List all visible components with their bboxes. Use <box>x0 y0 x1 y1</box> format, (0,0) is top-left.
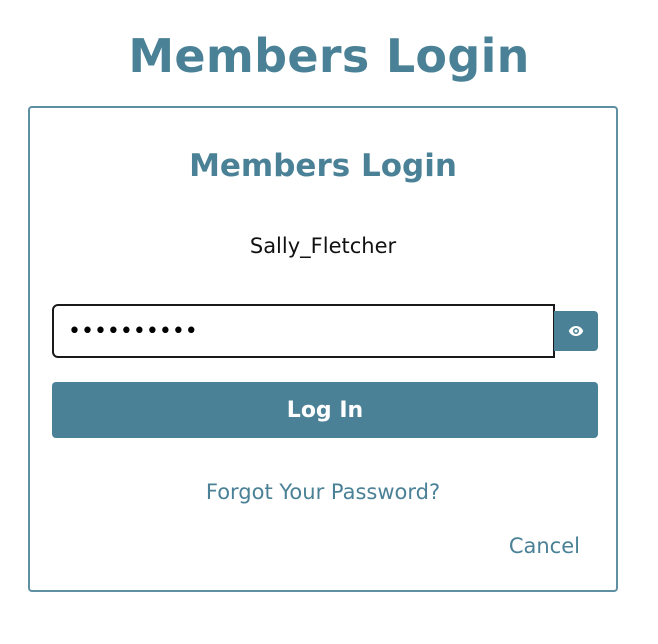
login-page: Members Login Members Login Sally_Fletch… <box>0 0 658 644</box>
show-password-button[interactable] <box>554 311 598 351</box>
page-title: Members Login <box>128 29 530 83</box>
forgot-password-link[interactable]: Forgot Your Password? <box>30 478 616 506</box>
card-title: Members Login <box>189 148 457 184</box>
cancel-link[interactable]: Cancel <box>509 532 580 560</box>
eye-icon <box>568 322 584 341</box>
password-field-group <box>52 304 598 358</box>
login-card: Members Login Sally_Fletcher Log In Forg… <box>28 106 618 592</box>
password-input[interactable] <box>52 304 555 358</box>
login-button[interactable]: Log In <box>52 382 598 438</box>
username-display: Sally_Fletcher <box>249 234 397 258</box>
